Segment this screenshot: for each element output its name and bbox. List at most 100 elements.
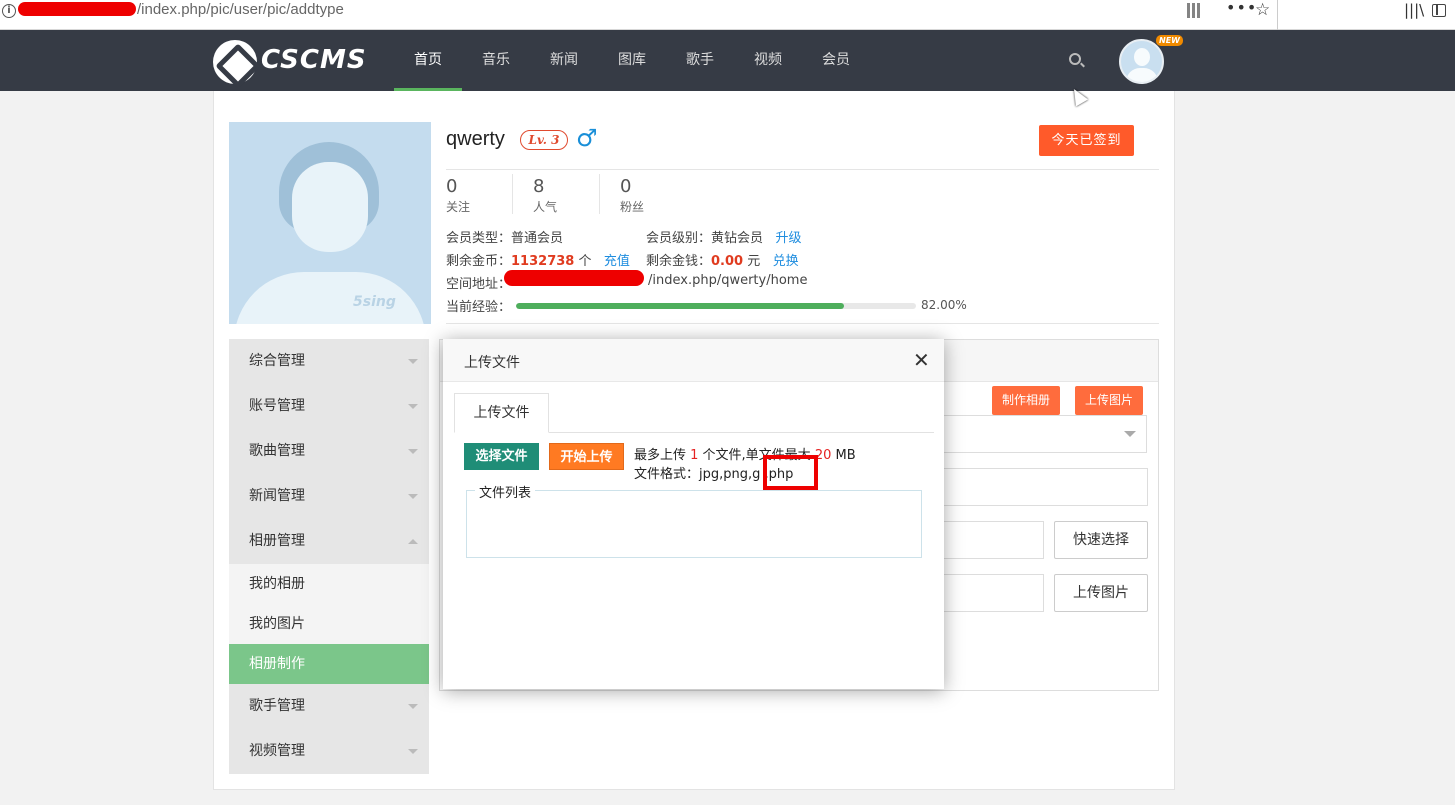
stat-divider bbox=[599, 174, 600, 214]
user-avatar[interactable] bbox=[1119, 39, 1164, 84]
sidebar-item-label: 相册管理 bbox=[249, 533, 305, 549]
image-field[interactable] bbox=[940, 574, 1044, 612]
stat-value: 0 bbox=[446, 176, 458, 197]
nav-item-home[interactable]: 首页 bbox=[394, 30, 462, 91]
member-type-label: 会员类型： bbox=[446, 231, 512, 246]
nav-item-member[interactable]: 会员 bbox=[802, 30, 870, 91]
sidebar-item-news[interactable]: 新闻管理 bbox=[229, 474, 429, 519]
sidebar-sub-my-pictures[interactable]: 我的图片 bbox=[229, 604, 429, 644]
sidebar-item-singer[interactable]: 歌手管理 bbox=[229, 684, 429, 729]
coins-row: 剩余金币：1132738 个 充值 bbox=[446, 250, 630, 269]
upload-image-button[interactable]: 上传图片 bbox=[1075, 386, 1144, 415]
library-icon[interactable]: |||\ bbox=[1404, 1, 1424, 19]
logo-mark-icon bbox=[213, 40, 257, 84]
coins-value: 1132738 bbox=[511, 254, 575, 269]
modal-title: 上传文件 bbox=[464, 355, 520, 371]
sidebar-item-label: 歌曲管理 bbox=[249, 443, 305, 459]
space-address-url[interactable]: /index.php/qwerty/home bbox=[648, 273, 807, 288]
file-list: 文件列表 bbox=[466, 482, 922, 558]
logo-text: CSCMS bbox=[261, 45, 367, 75]
upload-limit-text: 最多上传 1 个文件,单文件最大 20 MB bbox=[634, 444, 856, 463]
stat-popularity[interactable]: 8 人气 bbox=[533, 176, 557, 215]
exp-progress-fill bbox=[516, 303, 844, 309]
info-icon[interactable]: i bbox=[2, 4, 16, 18]
sidebar-item-label: 歌手管理 bbox=[249, 698, 305, 714]
choose-file-button[interactable]: 选择文件 bbox=[464, 443, 539, 470]
redacted-address bbox=[504, 270, 644, 286]
nav-item-music[interactable]: 音乐 bbox=[462, 30, 530, 91]
coins-label: 剩余金币： bbox=[446, 254, 512, 269]
stat-value: 0 bbox=[620, 176, 632, 197]
browser-url-bar: i /index.php/pic/user/pic/addtype ••• ☆ … bbox=[0, 0, 1455, 30]
divider bbox=[446, 323, 1159, 324]
stat-label: 粉丝 bbox=[620, 200, 645, 214]
limit-prefix: 最多上传 bbox=[634, 448, 691, 463]
bookmark-star-icon[interactable]: ☆ bbox=[1255, 0, 1270, 20]
album-select[interactable] bbox=[940, 415, 1147, 453]
money-label: 剩余金钱： bbox=[646, 254, 712, 269]
upload-image-button-2[interactable]: 上传图片 bbox=[1054, 574, 1148, 612]
sidebar: 综合管理 账号管理 歌曲管理 新闻管理 相册管理 我的相册 我的图片 相册制作 … bbox=[229, 339, 429, 774]
member-type-row: 会员类型：普通会员 bbox=[446, 227, 563, 246]
sidebar-sub-album-create[interactable]: 相册制作 bbox=[229, 644, 429, 684]
stat-fans[interactable]: 0 粉丝 bbox=[620, 176, 644, 215]
profile-avatar: 5sing bbox=[229, 122, 431, 324]
sidebar-item-account[interactable]: 账号管理 bbox=[229, 384, 429, 429]
chevron-down-icon bbox=[1124, 431, 1136, 437]
chevron-down-icon bbox=[408, 704, 418, 709]
quick-select-button[interactable]: 快速选择 bbox=[1054, 521, 1148, 559]
search-icon[interactable] bbox=[1069, 53, 1081, 65]
stat-following[interactable]: 0 关注 bbox=[446, 176, 470, 215]
upload-modal: 上传文件 ✕ 上传文件 选择文件 开始上传 最多上传 1 个文件,单文件最大 2… bbox=[443, 339, 944, 689]
stat-divider bbox=[512, 174, 513, 214]
php-highlight-box bbox=[763, 455, 818, 490]
exchange-link[interactable]: 兑换 bbox=[773, 254, 799, 269]
chevron-down-icon bbox=[408, 449, 418, 454]
sidebar-item-label: 视频管理 bbox=[249, 743, 305, 759]
stat-label: 人气 bbox=[533, 200, 558, 214]
sidebar-item-label: 账号管理 bbox=[249, 398, 305, 414]
nav-item-video[interactable]: 视频 bbox=[734, 30, 802, 91]
member-level-value: 黄钻会员 bbox=[711, 231, 764, 246]
sidebar-item-songs[interactable]: 歌曲管理 bbox=[229, 429, 429, 474]
sidebar-sub-my-albums[interactable]: 我的相册 bbox=[229, 564, 429, 604]
tab-upload-file[interactable]: 上传文件 bbox=[454, 393, 549, 433]
url-text[interactable]: /index.php/pic/user/pic/addtype bbox=[137, 1, 344, 18]
signin-button[interactable]: 今天已签到 bbox=[1039, 125, 1134, 156]
exp-percent: 82.00% bbox=[921, 298, 967, 312]
recharge-link[interactable]: 充值 bbox=[604, 254, 630, 269]
level-badge: Lv. 3 bbox=[520, 130, 568, 150]
stat-value: 8 bbox=[533, 176, 545, 197]
username: qwerty bbox=[446, 128, 505, 150]
coins-unit: 个 bbox=[578, 254, 592, 269]
member-type-value: 普通会员 bbox=[511, 231, 564, 246]
chevron-down-icon bbox=[408, 494, 418, 499]
site-logo[interactable]: CSCMS bbox=[213, 39, 373, 84]
member-level-label: 会员级别： bbox=[646, 231, 712, 246]
more-icon[interactable]: ••• bbox=[1226, 0, 1257, 17]
nav-item-singer[interactable]: 歌手 bbox=[666, 30, 734, 91]
top-navigation: CSCMS 首页 音乐 新闻 图库 歌手 视频 会员 NEW bbox=[0, 30, 1455, 91]
sidebar-toggle-icon[interactable] bbox=[1432, 4, 1446, 17]
sidebar-item-album[interactable]: 相册管理 bbox=[229, 519, 429, 564]
title-field[interactable] bbox=[940, 468, 1148, 506]
upgrade-link[interactable]: 升级 bbox=[775, 231, 801, 246]
sidebar-item-video[interactable]: 视频管理 bbox=[229, 729, 429, 774]
money-unit: 元 bbox=[747, 254, 761, 269]
nav-item-news[interactable]: 新闻 bbox=[530, 30, 598, 91]
close-icon[interactable]: ✕ bbox=[913, 350, 930, 370]
chevron-down-icon bbox=[408, 404, 418, 409]
toolbar-divider bbox=[1277, 0, 1278, 30]
modal-header: 上传文件 ✕ bbox=[443, 339, 944, 382]
divider bbox=[446, 169, 1159, 170]
qr-code-icon[interactable] bbox=[1187, 3, 1202, 18]
sidebar-item-general[interactable]: 综合管理 bbox=[229, 339, 429, 384]
start-upload-button[interactable]: 开始上传 bbox=[549, 443, 624, 470]
stat-label: 关注 bbox=[446, 200, 471, 214]
make-album-button[interactable]: 制作相册 bbox=[992, 386, 1061, 415]
nav-item-gallery[interactable]: 图库 bbox=[598, 30, 666, 91]
avatar-brand-text: 5sing bbox=[353, 294, 396, 310]
sidebar-item-label: 综合管理 bbox=[249, 353, 305, 369]
money-value: 0.00 bbox=[711, 254, 744, 269]
cover-field[interactable] bbox=[940, 521, 1044, 559]
